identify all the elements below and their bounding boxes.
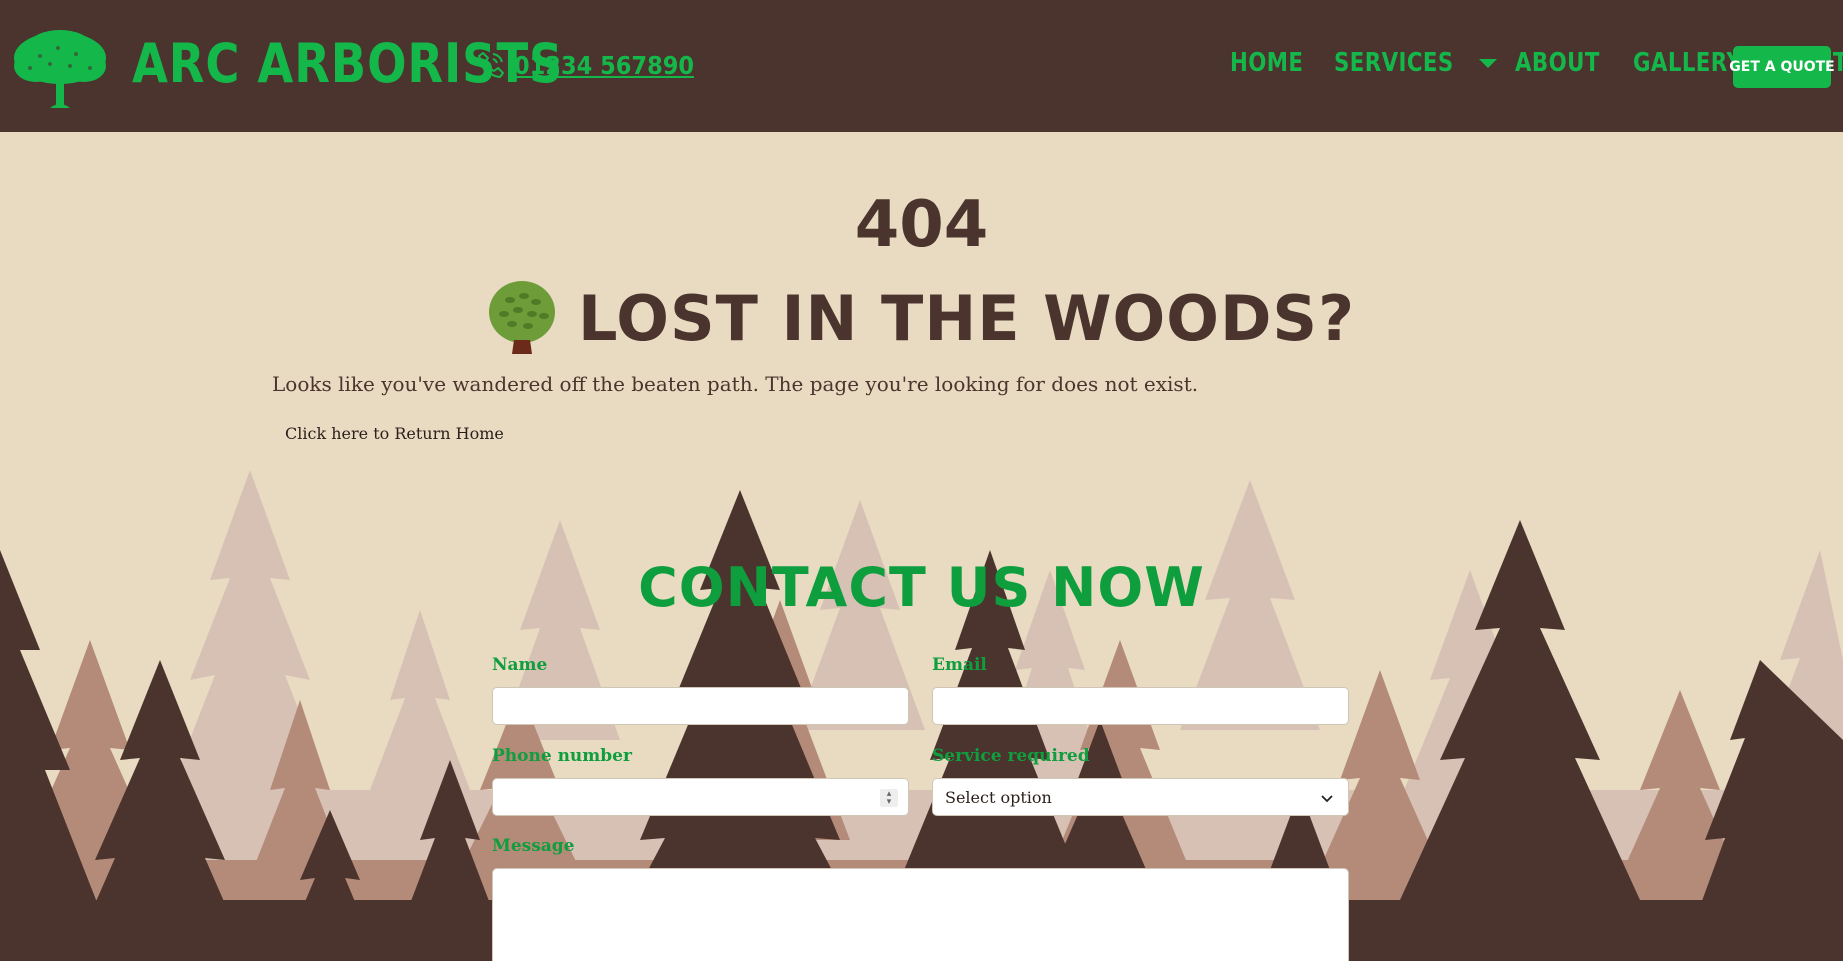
phone-icon (478, 52, 504, 78)
nav-gallery[interactable]: GALLERY (1633, 48, 1742, 78)
chevron-down-icon (1321, 795, 1333, 803)
tree-logo-icon[interactable] (10, 28, 110, 110)
email-label: Email (932, 655, 987, 675)
error-message: Looks like you've wandered off the beate… (272, 372, 1199, 396)
chevron-down-icon[interactable] (1479, 58, 1498, 68)
nav-home[interactable]: HOME (1230, 48, 1303, 78)
phone-link[interactable]: 01234 567890 (514, 51, 694, 80)
service-select[interactable]: Select option (932, 778, 1349, 816)
phone-label: Phone number (492, 746, 632, 766)
email-field[interactable] (932, 687, 1349, 725)
nav-services[interactable]: SERVICES (1334, 48, 1454, 78)
name-label: Name (492, 655, 548, 675)
message-textarea[interactable] (492, 868, 1349, 961)
error-title: LOST IN THE WOODS? (577, 281, 1356, 355)
site-header: ARC ARBORISTS 01234 567890 HOME SERVICES… (0, 0, 1843, 132)
number-stepper-icon[interactable]: ▴ ▾ (880, 789, 898, 807)
return-home-link[interactable]: Click here to Return Home (285, 424, 504, 443)
error-code: 404 (854, 188, 989, 262)
service-label: Service required (932, 746, 1090, 766)
contact-title: CONTACT US NOW (638, 556, 1205, 619)
error-heading: LOST IN THE WOODS? (0, 280, 1843, 356)
message-label: Message (492, 836, 575, 856)
get-a-quote-button[interactable]: GET A QUOTE (1729, 46, 1835, 88)
tree-icon (488, 281, 555, 354)
phone-contact[interactable]: 01234 567890 (476, 50, 714, 80)
phone-field[interactable]: ▴ ▾ (492, 778, 909, 816)
nav-about[interactable]: ABOUT (1515, 48, 1600, 78)
name-field[interactable] (492, 687, 909, 725)
service-select-value: Select option (945, 788, 1052, 807)
